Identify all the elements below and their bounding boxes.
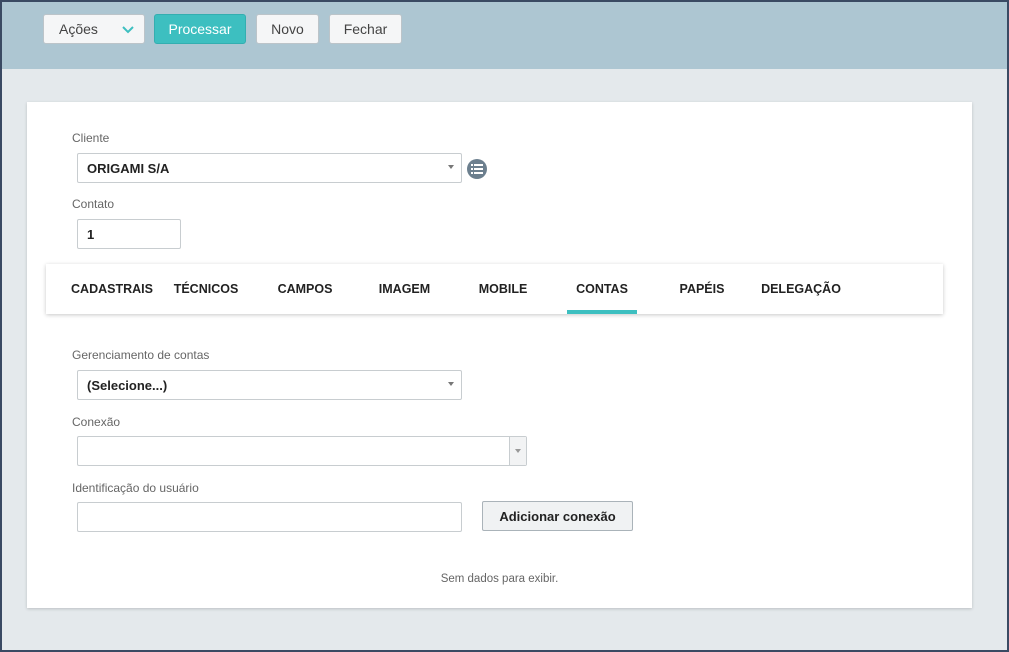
processar-button[interactable]: Processar [154, 14, 246, 44]
tab-papeis[interactable]: PAPÉIS [667, 264, 737, 314]
acoes-dropdown-button[interactable]: Ações [43, 14, 145, 44]
dropdown-caret-icon [515, 449, 521, 453]
tab-contas[interactable]: CONTAS [567, 264, 637, 314]
tab-mobile[interactable]: MOBILE [467, 264, 539, 314]
identificacao-label: Identificação do usuário [72, 481, 199, 495]
conexao-dropdown-button[interactable] [509, 437, 526, 465]
tab-cadastrais[interactable]: CADASTRAIS [63, 264, 161, 314]
gerenciamento-select[interactable]: (Selecione...) [77, 370, 462, 400]
cliente-value: ORIGAMI S/A [87, 160, 170, 176]
fechar-button[interactable]: Fechar [329, 14, 402, 44]
form-card: Cliente ORIGAMI S/A Contato 1 CADASTRAIS… [27, 102, 972, 608]
tab-delegacao[interactable]: DELEGAÇÃO [756, 264, 846, 314]
chevron-down-icon [122, 26, 134, 34]
tab-tecnicos[interactable]: TÉCNICOS [168, 264, 244, 314]
identificacao-input[interactable] [77, 502, 462, 532]
contato-label: Contato [72, 197, 115, 211]
cliente-label: Cliente [72, 131, 110, 145]
tab-bar: CADASTRAIS TÉCNICOS CAMPOS IMAGEM MOBILE… [46, 264, 943, 314]
empty-message: Sem dados para exibir. [440, 573, 559, 585]
dropdown-caret-icon [448, 382, 454, 386]
tab-imagem[interactable]: IMAGEM [368, 264, 441, 314]
list-icon[interactable] [467, 159, 487, 179]
conexao-combobox[interactable] [77, 436, 527, 466]
contato-value: 1 [87, 226, 95, 242]
gerenciamento-value: (Selecione...) [87, 377, 168, 393]
tab-campos[interactable]: CAMPOS [270, 264, 340, 314]
top-toolbar: Ações Processar Novo Fechar [2, 2, 1007, 69]
cliente-select[interactable]: ORIGAMI S/A [77, 153, 462, 183]
dropdown-caret-icon [448, 165, 454, 169]
contato-input[interactable]: 1 [77, 219, 181, 249]
novo-button[interactable]: Novo [256, 14, 319, 44]
gerenciamento-label: Gerenciamento de contas [72, 348, 210, 362]
conexao-label: Conexão [72, 415, 121, 429]
adicionar-conexao-button[interactable]: Adicionar conexão [482, 501, 633, 531]
acoes-label: Ações [59, 21, 98, 37]
